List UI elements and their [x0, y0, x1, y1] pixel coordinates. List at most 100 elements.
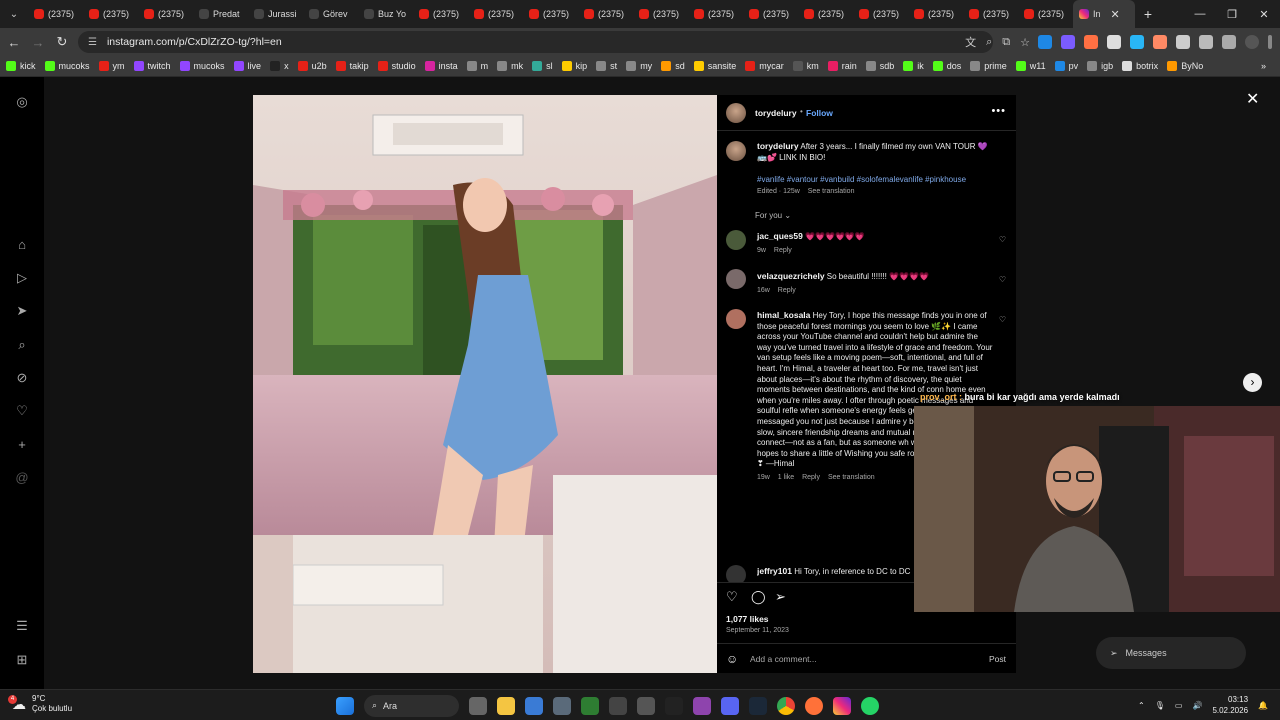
- post-photo[interactable]: [253, 95, 717, 673]
- zoom-icon[interactable]: ⌕: [986, 36, 992, 49]
- comment-likes[interactable]: 1 like: [778, 474, 794, 481]
- whatsapp-icon[interactable]: [861, 696, 879, 715]
- bookmark-item[interactable]: ik: [903, 61, 924, 71]
- browser-tab[interactable]: (2375): [633, 0, 688, 28]
- store-icon[interactable]: [525, 696, 543, 715]
- chrome-icon[interactable]: [777, 696, 795, 715]
- bookmark-item[interactable]: rain: [827, 61, 857, 71]
- extension-icon[interactable]: [1061, 35, 1075, 49]
- new-tab-button[interactable]: +: [1135, 6, 1161, 22]
- messages-icon[interactable]: ➤: [14, 303, 30, 319]
- extension-icon[interactable]: [1176, 35, 1190, 49]
- comment-sort-dropdown[interactable]: For you ⌄: [755, 211, 791, 220]
- bookmark-item[interactable]: kick: [6, 61, 36, 71]
- comment-username[interactable]: velazquezrichely: [757, 271, 825, 281]
- bookmark-item[interactable]: insta: [424, 61, 458, 71]
- menu-dots-icon[interactable]: [1268, 35, 1272, 49]
- reply-link[interactable]: Reply: [774, 247, 792, 254]
- bookmark-item[interactable]: takip: [335, 61, 369, 71]
- like-count[interactable]: 1,077 likes: [726, 614, 769, 624]
- extension-icon[interactable]: [1107, 35, 1121, 49]
- bookmark-item[interactable]: prime: [970, 61, 1007, 71]
- comment-username[interactable]: jac_ques59: [757, 231, 803, 241]
- puzzle-icon[interactable]: [1199, 35, 1213, 49]
- browser-tab[interactable]: (2375): [743, 0, 798, 28]
- notifications-heart-icon[interactable]: ♡: [14, 403, 30, 419]
- weather-widget[interactable]: ☁ 4 9°C Çok bulutlu: [8, 694, 72, 714]
- meta-apps-icon[interactable]: ⊞: [14, 652, 30, 668]
- url-field[interactable]: ☰ instagram.com/p/CxDlZrZO-tg/?hl=en: [78, 31, 993, 53]
- bookmark-item[interactable]: studio: [377, 61, 416, 71]
- task-view-icon[interactable]: [469, 696, 487, 715]
- like-comment-heart-icon[interactable]: ♡: [999, 275, 1006, 284]
- comment-icon[interactable]: ◯: [751, 589, 766, 605]
- bookmark-item[interactable]: m: [466, 61, 488, 71]
- browser-tab[interactable]: (2375): [413, 0, 468, 28]
- more-options-icon[interactable]: •••: [991, 105, 1006, 117]
- forward-button[interactable]: →: [26, 35, 50, 50]
- tab-search-icon[interactable]: ⌄: [0, 9, 28, 20]
- avatar[interactable]: [726, 141, 746, 161]
- like-heart-icon[interactable]: ♡: [726, 589, 738, 605]
- tab-instagram-active[interactable]: In ✕: [1073, 0, 1135, 28]
- discord-icon[interactable]: [721, 696, 739, 715]
- profile-icon[interactable]: [1245, 35, 1259, 49]
- browser-tab[interactable]: (2375): [83, 0, 138, 28]
- bookmark-item[interactable]: my: [626, 61, 652, 71]
- add-comment-input[interactable]: Add a comment...: [750, 654, 817, 664]
- firefox-icon[interactable]: [805, 696, 823, 715]
- browser-tab[interactable]: (2375): [688, 0, 743, 28]
- post-comment-button[interactable]: Post: [989, 654, 1006, 664]
- avatar[interactable]: [726, 309, 746, 329]
- minimize-button[interactable]: —: [1184, 8, 1216, 20]
- browser-tab[interactable]: (2375): [523, 0, 578, 28]
- bookmark-item[interactable]: sdb: [865, 61, 894, 71]
- browser-tab[interactable]: (2375): [908, 0, 963, 28]
- threads-icon[interactable]: @: [14, 470, 30, 486]
- bookmark-item[interactable]: botrix: [1122, 61, 1158, 71]
- bookmark-item[interactable]: u2b: [297, 61, 327, 71]
- bookmark-item[interactable]: ByNo: [1167, 61, 1203, 71]
- bookmark-item[interactable]: mk: [497, 61, 523, 71]
- bookmark-item[interactable]: twitch: [133, 61, 171, 71]
- back-button[interactable]: ←: [2, 35, 26, 50]
- bookmark-item[interactable]: mucoks: [44, 61, 90, 71]
- app-icon[interactable]: [609, 696, 627, 715]
- extension-icon[interactable]: [1153, 35, 1167, 49]
- bookmark-item[interactable]: kip: [561, 61, 587, 71]
- bookmark-item[interactable]: sansite: [693, 61, 736, 71]
- emoji-icon[interactable]: ☺: [726, 652, 738, 666]
- like-comment-heart-icon[interactable]: ♡: [999, 315, 1006, 324]
- avatar[interactable]: [726, 103, 746, 123]
- app-icon[interactable]: [665, 696, 683, 715]
- bookmark-item[interactable]: mucoks: [179, 61, 225, 71]
- app-icon[interactable]: [581, 696, 599, 715]
- bookmark-item[interactable]: pv: [1054, 61, 1078, 71]
- tray-chevron-icon[interactable]: ⌃: [1138, 701, 1145, 710]
- avatar[interactable]: [726, 269, 746, 289]
- browser-tab[interactable]: (2375): [798, 0, 853, 28]
- extension-icon[interactable]: [1130, 35, 1144, 49]
- bookmark-item[interactable]: sd: [661, 61, 685, 71]
- share-icon[interactable]: ➢: [775, 589, 786, 605]
- caption-username[interactable]: torydelury: [757, 141, 799, 151]
- reload-button[interactable]: ↻: [50, 34, 74, 50]
- network-icon[interactable]: ▭: [1175, 701, 1183, 710]
- close-tab-icon[interactable]: ✕: [1111, 8, 1120, 21]
- clock[interactable]: 03:13 5.02.2026: [1212, 694, 1248, 716]
- steam-icon[interactable]: [749, 696, 767, 715]
- browser-tab[interactable]: Jurassi: [248, 0, 303, 28]
- close-modal-icon[interactable]: ✕: [1246, 89, 1259, 109]
- extension-icon[interactable]: [1038, 35, 1052, 49]
- browser-tab[interactable]: Predat: [193, 0, 248, 28]
- app-icon[interactable]: [693, 696, 711, 715]
- like-comment-heart-icon[interactable]: ♡: [999, 235, 1006, 244]
- bookmark-item[interactable]: sl: [532, 61, 553, 71]
- maximize-button[interactable]: ❐: [1216, 8, 1248, 21]
- messages-button[interactable]: ➢ Messages: [1096, 637, 1246, 669]
- browser-tab[interactable]: (2375): [1018, 0, 1073, 28]
- taskbar-search[interactable]: ⌕ Ara: [364, 694, 459, 717]
- home-icon[interactable]: ⌂: [14, 237, 30, 253]
- more-menu-icon[interactable]: ☰: [14, 618, 30, 634]
- comment-username[interactable]: himal_kosala: [757, 310, 810, 320]
